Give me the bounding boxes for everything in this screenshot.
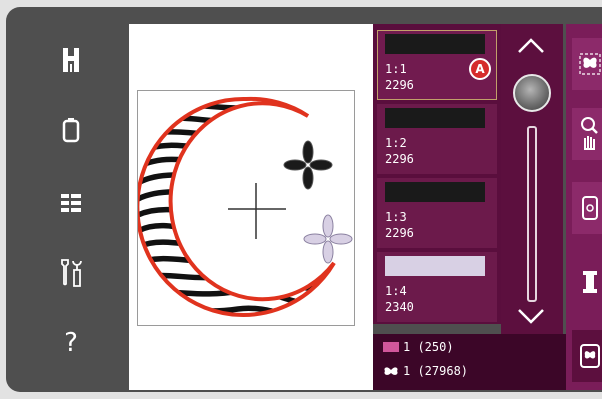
hoop-frame-icon xyxy=(62,118,80,143)
butterfly-select-icon xyxy=(579,53,601,75)
color-chip xyxy=(383,342,399,352)
color-swatch xyxy=(385,34,485,54)
color-block-name: 1:2 xyxy=(385,136,407,150)
color-block-2[interactable]: 1:2 2296 xyxy=(377,104,497,174)
hoop-area[interactable] xyxy=(137,90,355,326)
scroll-knob[interactable] xyxy=(513,74,551,112)
zoom-pan-button[interactable] xyxy=(572,108,602,160)
color-changes-value: 1 (250) xyxy=(403,340,454,354)
thread-spool-button[interactable] xyxy=(572,256,602,308)
design-info-button[interactable] xyxy=(572,330,602,382)
design-select-button[interactable] xyxy=(572,38,602,90)
color-block-stitch-count: 2296 xyxy=(385,152,414,166)
hoop-button[interactable] xyxy=(51,110,91,150)
presser-foot-button[interactable] xyxy=(51,40,91,80)
design-summary: 1 (250) 1 (27968) xyxy=(373,334,566,390)
list-view-icon xyxy=(61,194,81,212)
settings-tools-icon xyxy=(61,259,82,287)
stitches-row: 1 (27968) xyxy=(383,362,468,380)
position-button[interactable] xyxy=(572,182,602,234)
color-block-name: 1:4 xyxy=(385,284,407,298)
help-button[interactable]: ? xyxy=(51,323,91,363)
butterfly-icon xyxy=(384,367,398,375)
zoom-pan-icon xyxy=(581,117,598,150)
color-block-stitch-count: 2296 xyxy=(385,78,414,92)
settings-button[interactable] xyxy=(51,253,91,293)
scroll-up-arrow-icon[interactable] xyxy=(517,38,545,54)
left-toolbar: ? xyxy=(6,7,126,392)
callout-badge: A xyxy=(469,58,491,80)
design-info-icon xyxy=(580,344,600,368)
help-icon: ? xyxy=(64,328,78,358)
list-view-button[interactable] xyxy=(51,183,91,223)
color-block-4[interactable]: 1:4 2340 xyxy=(377,252,497,322)
color-changes-row: 1 (250) xyxy=(383,338,454,356)
position-frame-icon xyxy=(582,196,598,220)
color-block-stitch-count: 2296 xyxy=(385,226,414,240)
color-block-stitch-count: 2340 xyxy=(385,300,414,314)
screen-frame: ? 1:1 2296 A 1:2 2296 1:3 2296 1:4 2340 … xyxy=(6,7,602,392)
embroidery-canvas[interactable] xyxy=(129,24,373,390)
presser-foot-icon xyxy=(63,48,79,72)
color-block-1[interactable]: 1:1 2296 A xyxy=(377,30,497,100)
spool-icon xyxy=(583,271,597,293)
right-toolbar xyxy=(566,24,602,390)
embroidery-design xyxy=(138,96,353,317)
color-list-scrollbar[interactable] xyxy=(501,24,563,334)
flower-motif-light xyxy=(303,214,353,264)
color-block-name: 1:1 xyxy=(385,62,407,76)
scroll-track[interactable] xyxy=(527,126,537,302)
color-swatch xyxy=(385,182,485,202)
scroll-down-arrow-icon[interactable] xyxy=(517,308,545,324)
flower-motif-dark xyxy=(283,140,333,190)
stitch-count-value: 1 (27968) xyxy=(403,364,469,378)
color-block-list: 1:1 2296 A 1:2 2296 1:3 2296 1:4 2340 xyxy=(373,24,501,324)
color-swatch xyxy=(385,108,485,128)
color-block-name: 1:3 xyxy=(385,210,407,224)
color-block-3[interactable]: 1:3 2296 xyxy=(377,178,497,248)
crosshair-icon xyxy=(228,183,286,239)
color-swatch xyxy=(385,256,485,276)
